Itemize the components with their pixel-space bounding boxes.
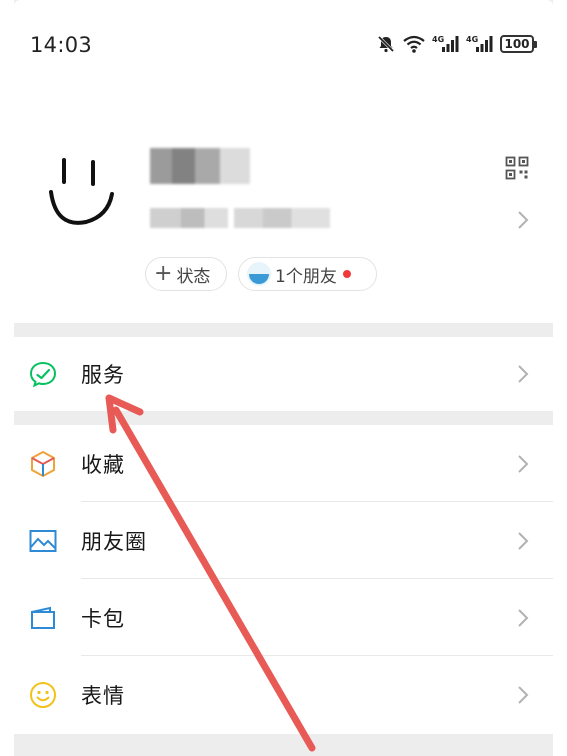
- plus-icon: +: [154, 261, 173, 286]
- wechat-id-redacted-2: [234, 208, 330, 228]
- service-icon: [29, 361, 57, 388]
- chevron-right-icon: [518, 608, 529, 627]
- menu-item-services[interactable]: 服务: [14, 337, 553, 411]
- menu-group-services: 服务: [14, 337, 553, 411]
- menu-label-favorites: 收藏: [81, 452, 125, 477]
- menu-label-moments: 朋友圈: [81, 529, 147, 554]
- menu-item-stickers[interactable]: 表情: [14, 656, 553, 733]
- mute-bell-icon: [377, 35, 395, 53]
- profile-chevron-right-icon[interactable]: [517, 210, 529, 230]
- wifi-icon: [403, 35, 425, 53]
- friends-status-chip[interactable]: 1个朋友: [238, 257, 377, 291]
- signal-4g-icon-1: 4G: [432, 35, 459, 52]
- friends-chip-label: 1个朋友: [275, 266, 337, 287]
- nickname-redacted: [150, 148, 250, 184]
- moments-picture-icon: [29, 529, 57, 552]
- chevron-right-icon: [518, 531, 529, 550]
- menu-label-services: 服务: [81, 363, 125, 387]
- chevron-right-icon: [518, 685, 529, 704]
- favorites-cube-icon: [31, 450, 55, 477]
- friend-status-avatar-icon: [247, 262, 271, 286]
- signal-4g-icon-2: 4G: [466, 35, 493, 52]
- status-bar: 14:03 4G 4G 100: [14, 0, 553, 90]
- menu-item-moments[interactable]: 朋友圈: [14, 502, 553, 579]
- svg-text:4G: 4G: [466, 35, 478, 44]
- card-wallet-icon: [31, 606, 55, 629]
- chevron-right-icon: [518, 365, 529, 383]
- status-time: 14:03: [30, 33, 93, 57]
- sticker-smile-icon: [30, 681, 56, 708]
- avatar[interactable]: [48, 150, 128, 234]
- menu-label-card-wallet: 卡包: [81, 606, 125, 631]
- menu-label-stickers: 表情: [81, 683, 125, 708]
- status-chip-label: 状态: [176, 266, 211, 287]
- svg-text:4G: 4G: [432, 35, 444, 44]
- add-status-chip[interactable]: + 状态: [145, 257, 227, 291]
- qr-code-icon[interactable]: [505, 156, 529, 180]
- menu-item-card-wallet[interactable]: 卡包: [14, 579, 553, 656]
- chevron-right-icon: [518, 454, 529, 473]
- status-icons: 4G 4G 100: [376, 32, 537, 56]
- phone-screen: 14:03 4G 4G 100 + 状态 1个朋友 服务 收藏 朋友圈 卡包 表…: [14, 0, 553, 756]
- battery-level: 100: [500, 35, 534, 53]
- profile-card: 14:03 4G 4G 100 + 状态 1个朋友: [14, 0, 553, 323]
- menu-group-main: 收藏 朋友圈 卡包 表情: [14, 425, 553, 734]
- wechat-id-redacted-1: [150, 208, 228, 228]
- battery-icon: 100: [500, 35, 537, 53]
- menu-item-favorites[interactable]: 收藏: [14, 425, 553, 502]
- notification-dot: [342, 270, 351, 278]
